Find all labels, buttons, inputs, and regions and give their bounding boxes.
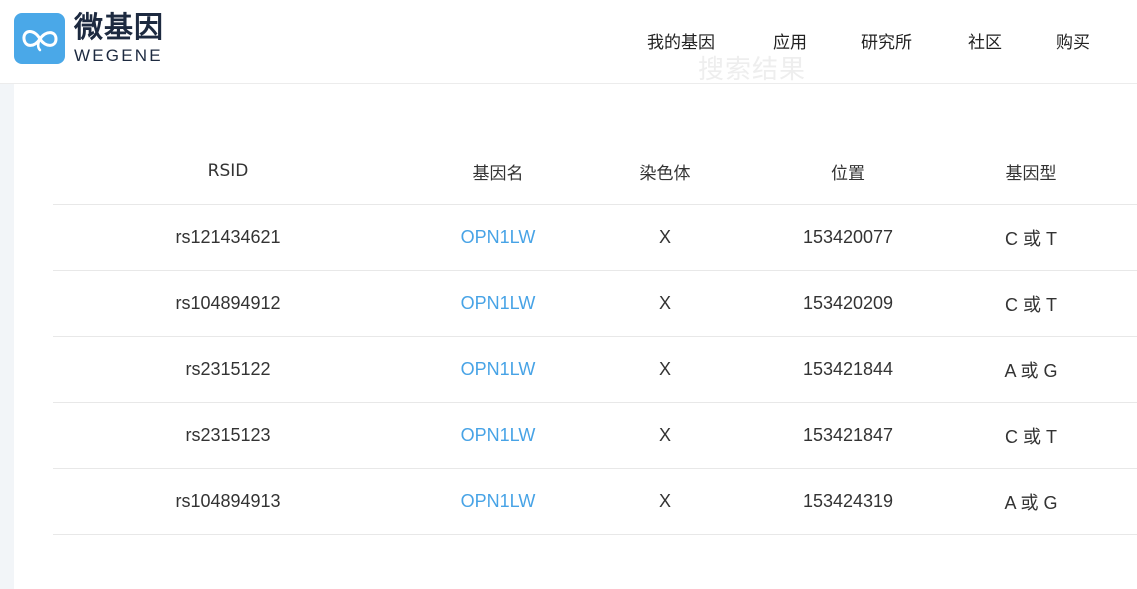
- cell-position: 153420077: [802, 227, 894, 247]
- table-row: rs121434621 OPN1LW X 153420077 C 或 T: [53, 205, 1137, 271]
- left-scroll-strip: [0, 84, 14, 589]
- cell-chromosome: X: [658, 425, 671, 445]
- column-header-position: 位置: [831, 163, 865, 184]
- column-header-rsid: RSID: [207, 161, 249, 181]
- cell-rsid: rs104894912: [175, 293, 281, 313]
- cell-genotype: A 或 G: [1004, 492, 1058, 513]
- logo-chinese-name: 微基因: [74, 10, 165, 44]
- table-header: RSID 基因名 染色体 位置 基因型: [53, 138, 1137, 205]
- cell-chromosome: X: [658, 359, 671, 379]
- cell-position: 153424319: [802, 491, 894, 511]
- table-row: rs2315122 OPN1LW X 153421844 A 或 G: [53, 337, 1137, 403]
- cell-genotype: C 或 T: [1005, 426, 1057, 447]
- wegene-infinity-icon: [14, 13, 65, 64]
- cell-chromosome: X: [658, 227, 671, 247]
- results-table: RSID 基因名 染色体 位置 基因型 rs121434621 OPN1LW X…: [53, 138, 1137, 535]
- logo-text: 微基因 WEGENE: [74, 10, 165, 65]
- nav-research[interactable]: 研究所: [861, 28, 912, 53]
- column-header-genotype: 基因型: [1005, 163, 1057, 184]
- cell-genotype: C 或 T: [1005, 294, 1057, 315]
- table-row: rs104894913 OPN1LW X 153424319 A 或 G: [53, 469, 1137, 535]
- table-row: rs2315123 OPN1LW X 153421847 C 或 T: [53, 403, 1137, 469]
- nav-purchase[interactable]: 购买: [1056, 28, 1090, 53]
- cell-chromosome: X: [658, 293, 671, 313]
- cell-rsid: rs2315123: [185, 425, 271, 445]
- cell-rsid: rs2315122: [185, 359, 271, 379]
- cell-position: 153421847: [802, 425, 894, 445]
- table-row: rs104894912 OPN1LW X 153420209 C 或 T: [53, 271, 1137, 337]
- wegene-logo[interactable]: 微基因 WEGENE: [14, 13, 164, 64]
- cell-rsid: rs121434621: [175, 227, 281, 247]
- column-header-chromosome: 染色体: [639, 163, 691, 184]
- cell-position: 153420209: [802, 293, 894, 313]
- cell-genotype: A 或 G: [1004, 360, 1058, 381]
- logo-english-name: WEGENE: [74, 46, 163, 65]
- nav-my-genes[interactable]: 我的基因: [647, 28, 715, 53]
- nav-apps[interactable]: 应用: [773, 28, 807, 53]
- cell-chromosome: X: [658, 491, 671, 511]
- cell-position: 153421844: [802, 359, 894, 379]
- cell-rsid: rs104894913: [175, 491, 281, 511]
- nav-community[interactable]: 社区: [968, 28, 1002, 53]
- top-header: 微基因 WEGENE 我的基因 应用 研究所 社区 购买: [0, 0, 1137, 84]
- cell-genotype: C 或 T: [1005, 228, 1057, 249]
